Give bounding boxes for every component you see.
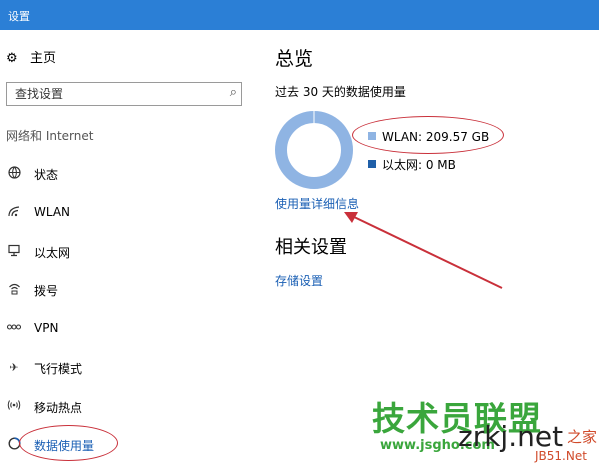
- sidebar-item-dialup[interactable]: 拨号: [6, 282, 58, 306]
- sidebar-item-hotspot[interactable]: 移动热点: [6, 399, 82, 423]
- airplane-icon: ✈: [9, 361, 19, 374]
- sidebar-home-label: 主页: [30, 51, 57, 66]
- legend-ethernet-swatch: [368, 160, 376, 168]
- sidebar-item-label: WLAN: [34, 205, 71, 219]
- sidebar-item-airplane-mode[interactable]: ✈ 飞行模式: [6, 360, 82, 384]
- sidebar-item-status[interactable]: 状态: [6, 166, 58, 190]
- sidebar-item-vpn[interactable]: VPN: [6, 321, 58, 345]
- usage-donut-chart: [275, 111, 353, 189]
- usage-period-label: 过去 30 天的数据使用量: [275, 85, 406, 99]
- legend-ethernet: 以太网: 0 MB: [368, 156, 456, 173]
- title-bar: 设置: [0, 0, 599, 30]
- sidebar-item-ethernet[interactable]: 以太网: [6, 244, 70, 268]
- search-icon[interactable]: ⌕: [230, 85, 237, 100]
- dialup-icon: [6, 282, 22, 298]
- storage-settings-link[interactable]: 存储设置: [275, 272, 323, 289]
- hotspot-icon: [6, 399, 22, 414]
- search-box: ⌕: [6, 82, 242, 106]
- wifi-icon: [6, 205, 22, 220]
- sidebar-item-label: VPN: [34, 321, 59, 335]
- highlight-circle-data-usage: [19, 425, 118, 461]
- usage-details-link[interactable]: 使用量详细信息: [275, 195, 359, 212]
- sidebar-item-label: 以太网: [34, 246, 71, 260]
- search-input[interactable]: [7, 83, 215, 105]
- highlight-circle-wlan: [352, 116, 504, 154]
- vpn-icon: [6, 322, 22, 335]
- legend-ethernet-label: 以太网: 0 MB: [382, 158, 456, 172]
- watermark-jb51: JB51.Net: [535, 449, 587, 463]
- ethernet-icon: [6, 244, 22, 260]
- window-title: 设置: [8, 10, 30, 23]
- sidebar-item-label: 拨号: [34, 284, 59, 298]
- related-settings-title: 相关设置: [275, 237, 347, 258]
- globe-icon: [6, 166, 22, 182]
- donut-wlan-slice: [275, 111, 353, 189]
- sidebar-item-label: 移动热点: [34, 401, 83, 415]
- sidebar-item-wlan[interactable]: WLAN: [6, 205, 70, 229]
- section-title: 网络和 Internet: [6, 129, 94, 143]
- overview-title: 总览: [275, 48, 314, 70]
- gear-icon: ⚙: [6, 51, 18, 66]
- sidebar-item-label: 状态: [34, 168, 59, 182]
- watermark-home: 之家: [567, 428, 598, 446]
- sidebar-item-label: 飞行模式: [34, 362, 83, 376]
- sidebar-home[interactable]: ⚙ 主页: [6, 47, 56, 66]
